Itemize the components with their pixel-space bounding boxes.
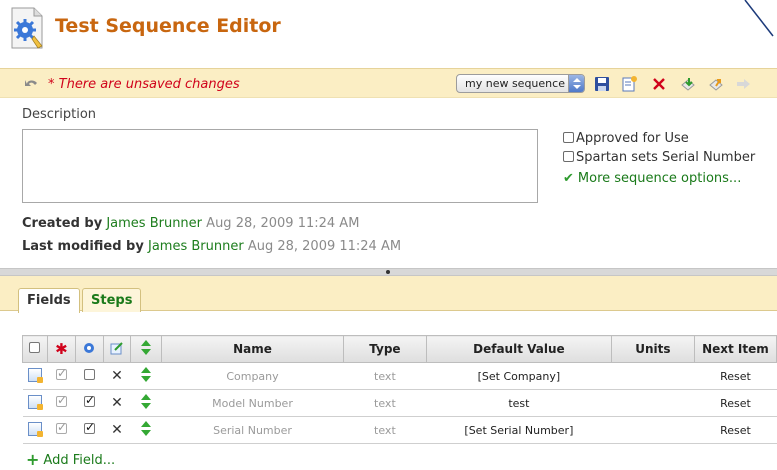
edit-header bbox=[102, 335, 131, 363]
field-default[interactable]: [Set Company] bbox=[426, 362, 612, 390]
required-checkbox[interactable] bbox=[55, 366, 67, 380]
created-by-line: Created by James Brunner Aug 28, 2009 11… bbox=[22, 216, 359, 231]
column-type[interactable]: Type bbox=[342, 335, 427, 363]
field-default[interactable]: test bbox=[426, 389, 612, 417]
sequence-select[interactable]: my new sequence bbox=[456, 74, 585, 93]
reorder-icon bbox=[141, 339, 152, 356]
plus-icon: + bbox=[26, 450, 40, 469]
sequence-editor-icon bbox=[11, 7, 43, 49]
field-name: Company bbox=[161, 362, 344, 390]
required-checkbox[interactable] bbox=[55, 420, 67, 434]
remove-field-icon[interactable]: ✕ bbox=[111, 395, 123, 411]
move-field-icon[interactable] bbox=[141, 366, 152, 383]
splitter-handle[interactable] bbox=[386, 270, 390, 274]
page-header: Test Sequence Editor bbox=[0, 0, 777, 68]
add-field-label: Add Field... bbox=[43, 453, 116, 468]
required-checkbox[interactable] bbox=[55, 393, 67, 407]
reorder-header bbox=[129, 335, 163, 363]
approved-checkbox[interactable] bbox=[563, 132, 574, 143]
column-next-item[interactable]: Next Item bbox=[693, 335, 777, 363]
spartan-serial-option[interactable]: Spartan sets Serial Number bbox=[563, 150, 755, 165]
column-units[interactable]: Units bbox=[610, 335, 695, 363]
required-header: ✱ bbox=[46, 335, 76, 363]
created-by-user[interactable]: James Brunner bbox=[106, 216, 202, 231]
created-prefix: Created by bbox=[22, 216, 103, 231]
field-name: Model Number bbox=[161, 389, 344, 417]
more-options-label: More sequence options... bbox=[577, 171, 742, 186]
tab-steps[interactable]: Steps bbox=[82, 288, 142, 312]
field-type: text bbox=[343, 362, 427, 390]
modified-date: Aug 28, 2009 11:24 AM bbox=[247, 239, 402, 254]
gear-icon bbox=[84, 342, 95, 353]
description-textarea[interactable] bbox=[22, 129, 538, 203]
field-type: text bbox=[343, 389, 427, 417]
table-row[interactable]: ✕ Model Number text test Reset bbox=[22, 389, 777, 417]
field-default[interactable]: [Set Serial Number] bbox=[426, 416, 612, 444]
field-icon[interactable] bbox=[27, 367, 43, 383]
field-icon[interactable] bbox=[27, 394, 43, 410]
sequence-select-value: my new sequence bbox=[465, 77, 565, 90]
panel-splitter[interactable] bbox=[0, 268, 777, 276]
remove-field-icon[interactable]: ✕ bbox=[111, 422, 123, 438]
page-title: Test Sequence Editor bbox=[55, 15, 281, 37]
undo-icon[interactable] bbox=[24, 77, 40, 91]
properties-icon[interactable] bbox=[621, 76, 637, 92]
delete-icon[interactable] bbox=[651, 76, 667, 92]
approved-for-use-option[interactable]: Approved for Use bbox=[563, 131, 689, 146]
unsaved-changes-text: * There are unsaved changes bbox=[48, 77, 240, 92]
tab-fields[interactable]: Fields bbox=[18, 288, 80, 313]
field-name: Serial Number bbox=[161, 416, 344, 444]
more-sequence-options-link[interactable]: ✔ More sequence options... bbox=[563, 171, 741, 186]
modified-by-line: Last modified by James Brunner Aug 28, 2… bbox=[22, 239, 401, 254]
created-date: Aug 28, 2009 11:24 AM bbox=[206, 216, 360, 231]
description-label: Description bbox=[22, 107, 97, 122]
add-field-link[interactable]: + Add Field... bbox=[26, 450, 115, 469]
field-next[interactable]: Reset bbox=[694, 389, 777, 417]
field-icon[interactable] bbox=[27, 421, 43, 437]
field-type: text bbox=[343, 416, 427, 444]
forward-arrow-icon[interactable] bbox=[735, 76, 751, 92]
field-units[interactable] bbox=[611, 389, 695, 417]
move-field-icon[interactable] bbox=[141, 420, 152, 437]
move-field-icon[interactable] bbox=[141, 393, 152, 410]
import-icon[interactable] bbox=[680, 76, 696, 92]
fields-table: ✱ Name Type Default Value Units Next Ite… bbox=[22, 335, 777, 444]
spartan-label: Spartan sets Serial Number bbox=[576, 150, 756, 165]
select-all-checkbox[interactable] bbox=[29, 342, 41, 353]
field-units[interactable] bbox=[611, 362, 695, 390]
approved-label: Approved for Use bbox=[576, 131, 689, 146]
field-next[interactable]: Reset bbox=[694, 362, 777, 390]
export-icon[interactable] bbox=[708, 76, 724, 92]
modified-prefix: Last modified by bbox=[22, 239, 144, 254]
table-header-row: ✱ Name Type Default Value Units Next Ite… bbox=[22, 335, 777, 363]
settings-header bbox=[74, 335, 104, 363]
table-row[interactable]: ✕ Company text [Set Company] Reset bbox=[22, 362, 777, 390]
setting-checkbox[interactable] bbox=[83, 369, 95, 380]
setting-checkbox[interactable] bbox=[83, 393, 95, 407]
checkmark-icon: ✔ bbox=[563, 171, 574, 186]
asterisk-icon: ✱ bbox=[55, 340, 68, 358]
table-row[interactable]: ✕ Serial Number text [Set Serial Number]… bbox=[22, 416, 777, 444]
save-icon[interactable] bbox=[594, 76, 610, 92]
select-arrows-icon bbox=[568, 75, 584, 92]
column-default-value[interactable]: Default Value bbox=[425, 335, 612, 363]
select-all-header[interactable] bbox=[22, 335, 48, 363]
edit-icon bbox=[110, 341, 123, 354]
setting-checkbox[interactable] bbox=[83, 420, 95, 434]
modified-by-user[interactable]: James Brunner bbox=[148, 239, 244, 254]
field-next[interactable]: Reset bbox=[694, 416, 777, 444]
field-units[interactable] bbox=[611, 416, 695, 444]
column-name[interactable]: Name bbox=[161, 335, 344, 363]
corner-decoration bbox=[744, 0, 774, 37]
remove-field-icon[interactable]: ✕ bbox=[111, 368, 123, 384]
spartan-checkbox[interactable] bbox=[563, 151, 574, 162]
